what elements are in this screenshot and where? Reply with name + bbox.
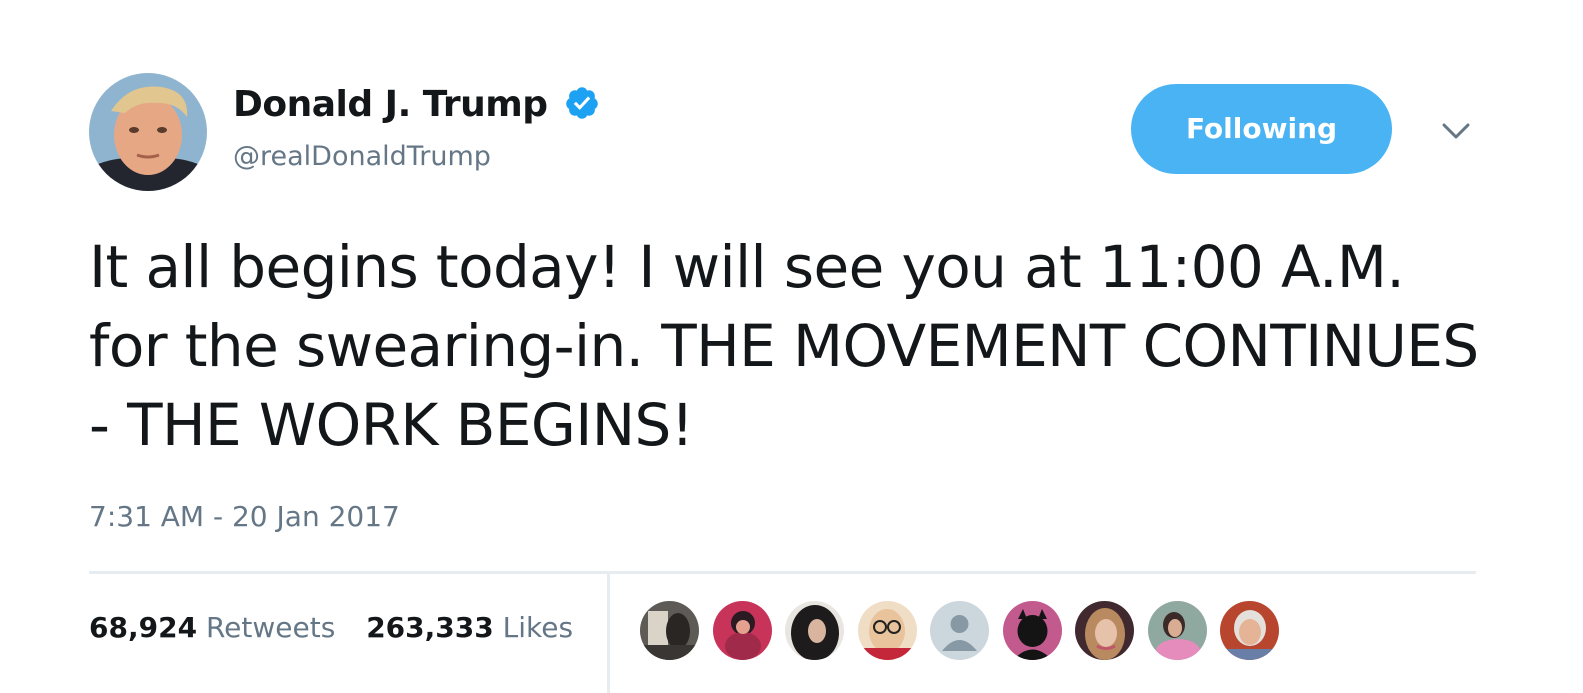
liker-avatar-3[interactable] bbox=[785, 601, 844, 660]
following-button[interactable]: Following bbox=[1131, 84, 1392, 174]
retweets-stat[interactable]: 68,924 Retweets bbox=[89, 611, 335, 644]
likers-avatars bbox=[640, 601, 1293, 660]
stats-divider bbox=[89, 571, 1476, 574]
verified-badge-icon bbox=[566, 86, 598, 119]
likes-count: 263,333 bbox=[366, 611, 494, 644]
retweets-label: Retweets bbox=[205, 611, 336, 644]
retweets-count: 68,924 bbox=[89, 611, 198, 644]
liker-avatar-9[interactable] bbox=[1220, 601, 1279, 660]
liker-avatar-7[interactable] bbox=[1075, 601, 1134, 660]
user-handle[interactable]: @realDonaldTrump bbox=[233, 141, 600, 172]
user-info: Donald J. Trump @realDonaldTrump bbox=[233, 84, 600, 172]
liker-avatar-2[interactable] bbox=[712, 601, 772, 660]
liker-avatar-4[interactable] bbox=[857, 601, 917, 660]
default-user-icon[interactable] bbox=[930, 601, 989, 660]
likes-stat[interactable]: 263,333 Likes bbox=[366, 611, 573, 644]
liker-avatar-6[interactable] bbox=[1002, 601, 1062, 660]
liker-avatar-1[interactable] bbox=[640, 601, 699, 660]
profile-avatar[interactable] bbox=[89, 73, 207, 191]
chevron-down-icon[interactable] bbox=[1436, 117, 1476, 147]
display-name[interactable]: Donald J. Trump bbox=[233, 84, 548, 125]
tweet-text: It all begins today! I will see you at 1… bbox=[89, 233, 1479, 459]
liker-avatar-8[interactable] bbox=[1147, 601, 1207, 660]
stats-vertical-divider bbox=[607, 574, 610, 693]
tweet-stats: 68,924 Retweets 263,333 Likes bbox=[89, 611, 595, 644]
likes-label: Likes bbox=[502, 611, 574, 644]
tweet-timestamp[interactable]: 7:31 AM - 20 Jan 2017 bbox=[89, 500, 400, 533]
